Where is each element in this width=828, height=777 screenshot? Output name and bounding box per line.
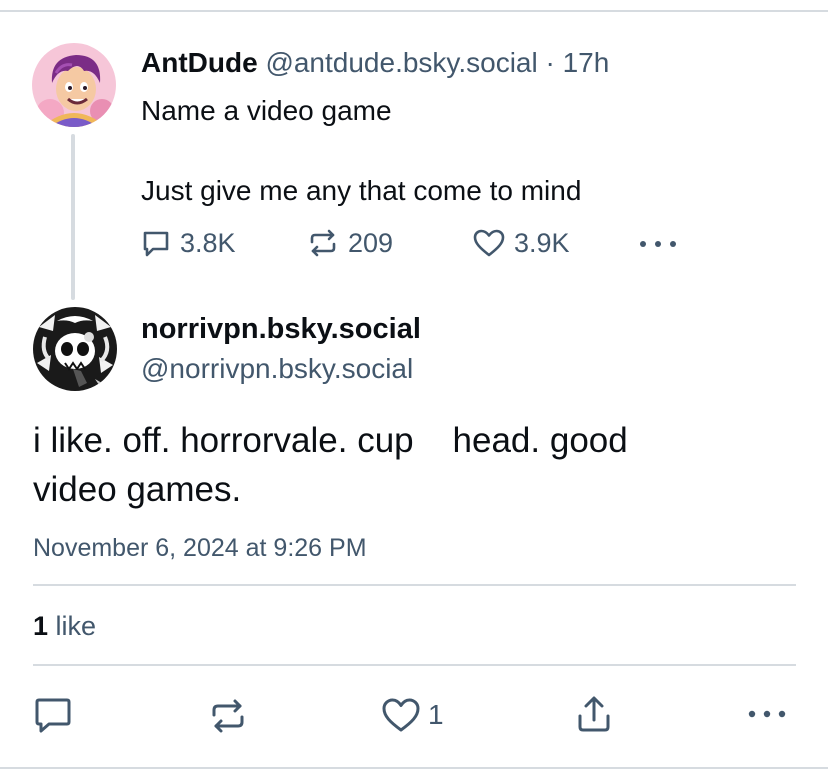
main-author-handle[interactable]: @norrivpn.bsky.social — [141, 352, 413, 386]
more-options-button[interactable] — [747, 704, 787, 729]
heart-icon — [382, 698, 420, 732]
like-count-button[interactable]: 3.9K — [472, 227, 570, 259]
parent-post-text-line2: Just give me any that come to mind — [141, 175, 582, 206]
post-time[interactable]: 17h — [563, 47, 610, 78]
like-summary-count: 1 — [33, 611, 49, 641]
author-handle[interactable]: @antdude.bsky.social — [265, 47, 537, 78]
repost-count-button[interactable]: 209 — [306, 227, 393, 259]
like-count: 3.9K — [514, 227, 570, 258]
reply-button[interactable] — [33, 697, 73, 740]
antdude-avatar[interactable] — [32, 43, 116, 127]
bottom-divider — [0, 767, 828, 769]
speech-bubble-icon — [35, 698, 71, 733]
reply-count-button[interactable]: 3.8K — [140, 227, 236, 259]
repost-arrows-icon — [212, 699, 244, 733]
main-post-text-line2: video games. — [33, 470, 242, 509]
parent-post-header: AntDude @antdude.bsky.social · 17h — [141, 46, 609, 80]
ellipsis-icon — [748, 710, 786, 718]
ellipsis-icon — [640, 241, 676, 247]
reply-count: 3.8K — [180, 227, 236, 258]
share-upload-icon — [578, 696, 610, 732]
main-author-name[interactable]: norrivpn.bsky.social — [141, 312, 421, 346]
speech-bubble-icon — [143, 231, 169, 257]
heart-icon — [473, 229, 505, 257]
action-like-count: 1 — [428, 699, 444, 730]
like-summary-label: like — [48, 611, 97, 641]
repost-arrows-icon — [310, 229, 336, 257]
divider-above-actions — [33, 664, 796, 666]
top-divider — [0, 10, 828, 12]
author-name[interactable]: AntDude — [141, 47, 258, 78]
parent-more-button[interactable] — [638, 234, 678, 254]
post-timestamp[interactable]: November 6, 2024 at 9:26 PM — [33, 533, 367, 563]
thread-connector-line — [71, 134, 75, 300]
repost-button[interactable] — [208, 697, 248, 740]
parent-post-text-line1: Name a video game — [141, 95, 392, 126]
separator-dot: · — [545, 47, 555, 78]
like-summary[interactable]: 1 like — [33, 610, 96, 642]
share-button[interactable] — [575, 694, 613, 739]
norrivpn-avatar[interactable] — [33, 307, 117, 391]
divider-above-likes — [33, 584, 796, 586]
repost-count: 209 — [348, 227, 394, 258]
like-button[interactable]: 1 — [380, 695, 444, 735]
main-post-text-line1: i like. off. horrorvale. cup head. good — [33, 421, 628, 460]
